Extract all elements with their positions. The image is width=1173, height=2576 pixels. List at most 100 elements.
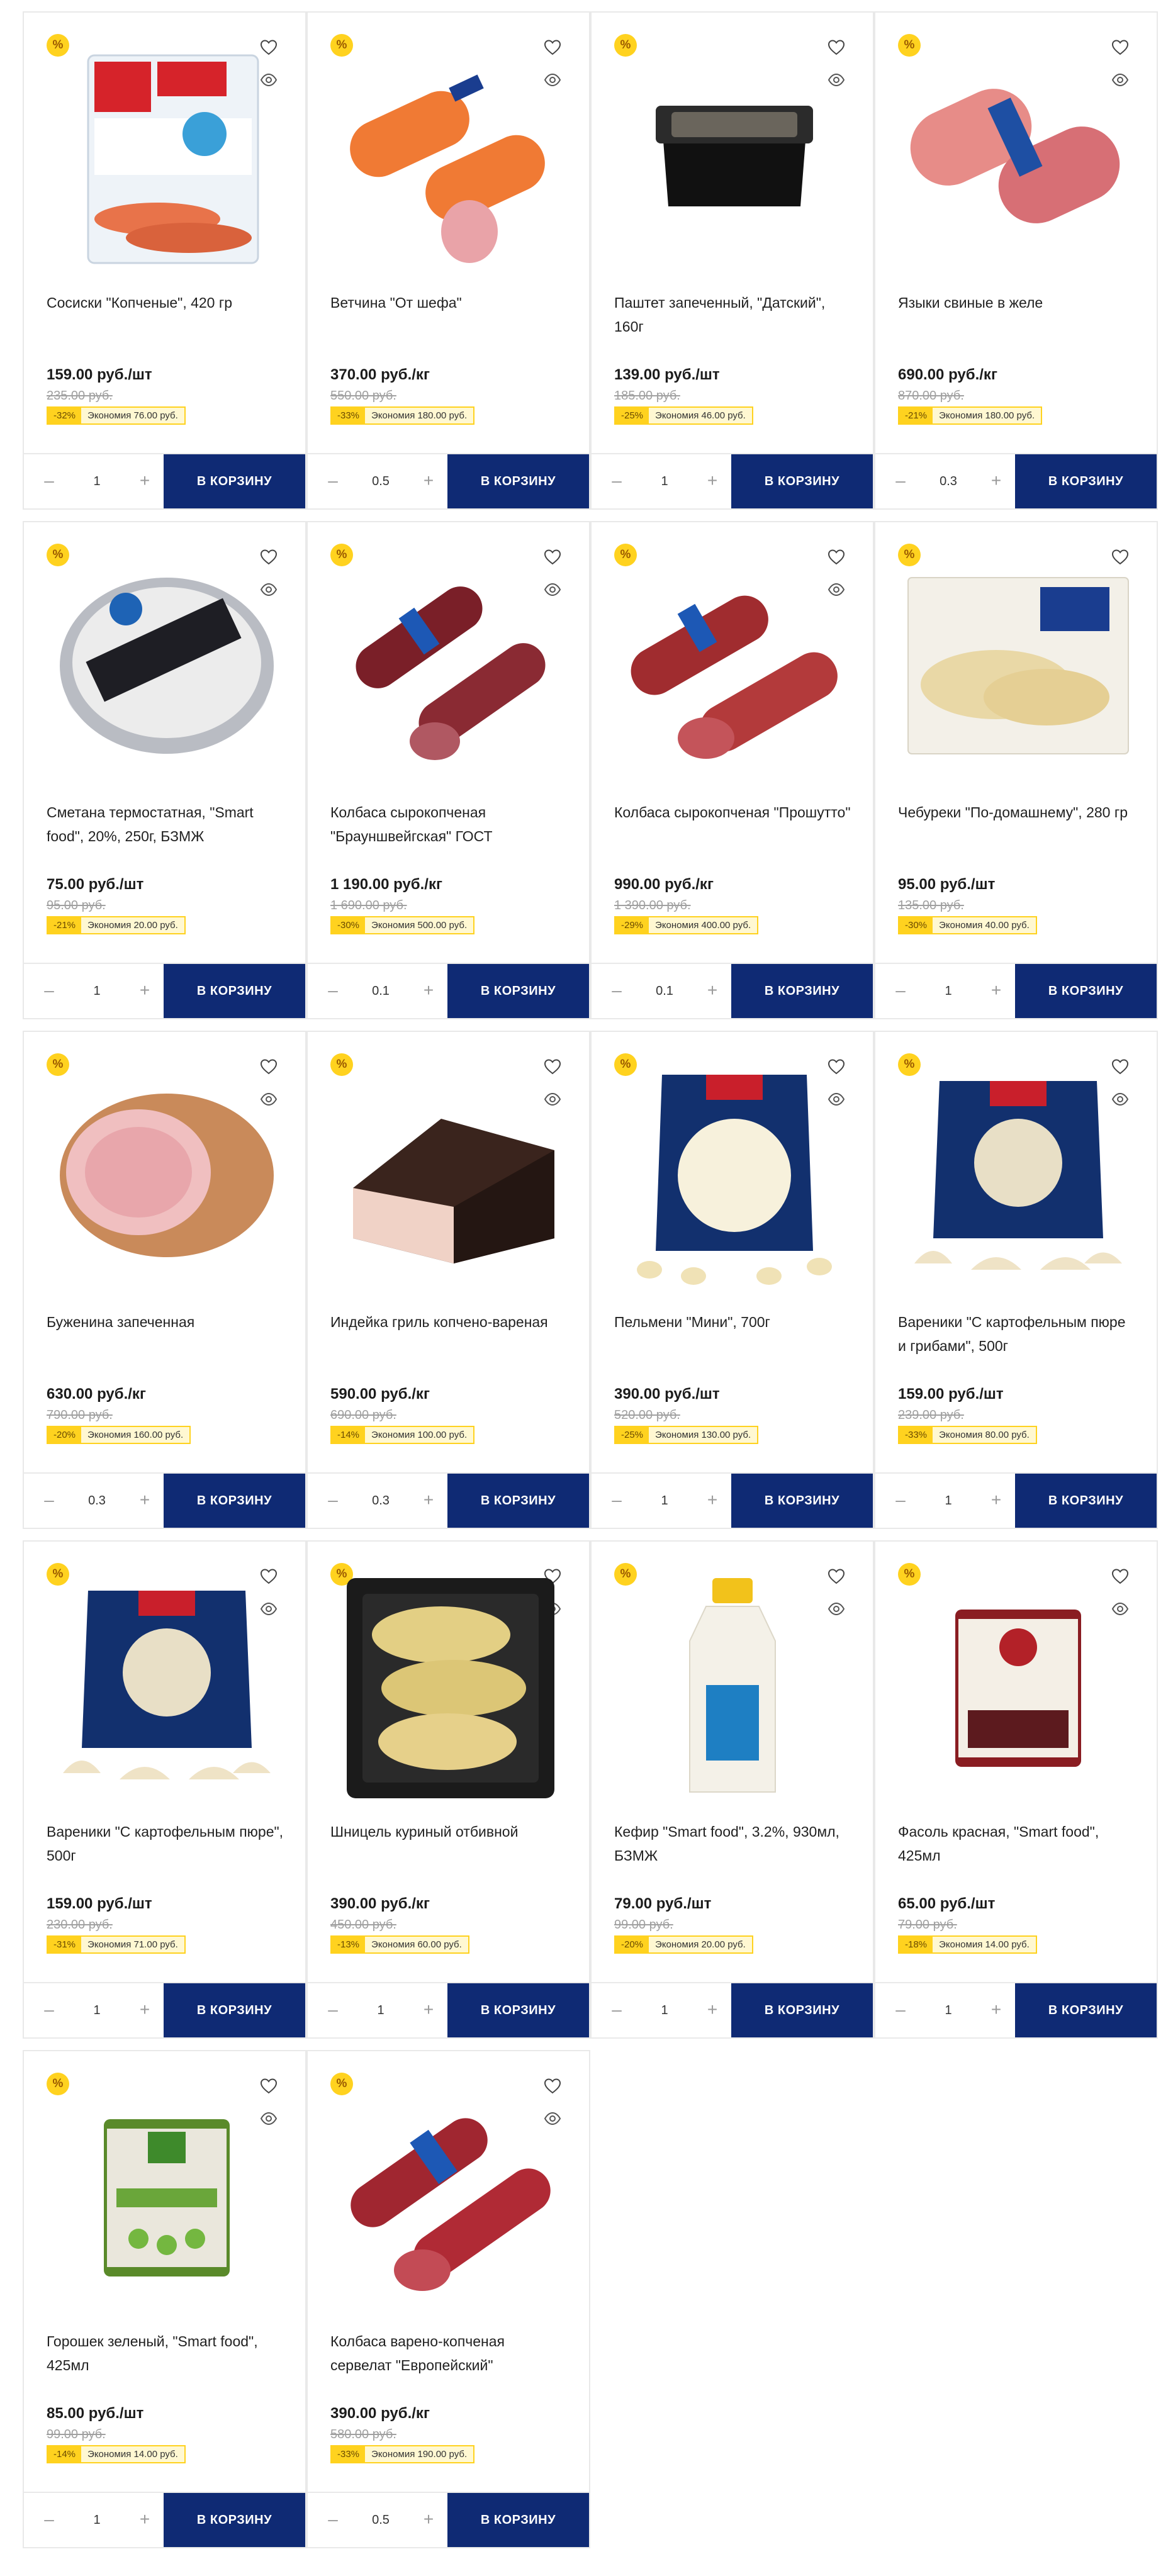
product-name[interactable]: Вареники "С картофельным пюре и грибами"… (898, 1310, 1137, 1358)
minus-button[interactable]: – (322, 469, 344, 492)
quantity-input[interactable] (64, 472, 130, 491)
pate-tray-image[interactable] (612, 43, 853, 276)
ham-logs-image[interactable] (328, 43, 570, 276)
add-to-cart-button[interactable]: В КОРЗИНУ (447, 454, 589, 508)
plus-button[interactable]: + (985, 979, 1007, 1002)
add-to-cart-button[interactable]: В КОРЗИНУ (1015, 964, 1157, 1018)
add-to-cart-button[interactable]: В КОРЗИНУ (164, 454, 305, 508)
plus-button[interactable]: + (985, 1998, 1007, 2021)
product-name[interactable]: Шницель куриный отбивной (330, 1820, 570, 1844)
vareniki-bag-image[interactable] (895, 1062, 1137, 1295)
product-name[interactable]: Сосиски "Копченые", 420 гр (47, 291, 286, 315)
product-name[interactable]: Колбаса варено-копченая сервелат "Европе… (330, 2329, 570, 2377)
quantity-input[interactable] (348, 2511, 413, 2529)
product-name[interactable]: Горошек зеленый, "Smart food", 425мл (47, 2329, 286, 2377)
minus-button[interactable]: – (605, 979, 628, 1002)
quantity-input[interactable] (916, 982, 981, 1000)
product-name[interactable]: Сметана термостатная, "Smart food", 20%,… (47, 800, 286, 848)
quantity-input[interactable] (632, 2001, 697, 2020)
schnitzel-tray-image[interactable] (328, 1572, 570, 1805)
product-name[interactable]: Паштет запеченный, "Датский", 160г (614, 291, 853, 339)
add-to-cart-button[interactable]: В КОРЗИНУ (447, 1983, 589, 2037)
minus-button[interactable]: – (322, 2508, 344, 2531)
plus-button[interactable]: + (417, 469, 440, 492)
product-name[interactable]: Колбаса сырокопченая "Прошутто" (614, 800, 853, 824)
add-to-cart-button[interactable]: В КОРЗИНУ (731, 1474, 873, 1528)
plus-button[interactable]: + (701, 469, 724, 492)
plus-button[interactable]: + (701, 1489, 724, 1511)
plus-button[interactable]: + (133, 1489, 156, 1511)
quantity-input[interactable] (632, 472, 697, 491)
plus-button[interactable]: + (133, 979, 156, 1002)
beans-can-image[interactable] (895, 1572, 1137, 1805)
servelat-image[interactable] (328, 2081, 570, 2314)
minus-button[interactable]: – (889, 469, 912, 492)
minus-button[interactable]: – (889, 979, 912, 1002)
add-to-cart-button[interactable]: В КОРЗИНУ (164, 2493, 305, 2547)
quantity-input[interactable] (348, 472, 413, 491)
plus-button[interactable]: + (985, 1489, 1007, 1511)
salami-red-image[interactable] (612, 552, 853, 785)
product-name[interactable]: Колбаса сырокопченая "Брауншвейгская" ГО… (330, 800, 570, 848)
sausages-pack-image[interactable] (44, 43, 286, 276)
product-name[interactable]: Пельмени "Мини", 700г (614, 1310, 853, 1334)
product-name[interactable]: Кефир "Smart food", 3.2%, 930мл, БЗМЖ (614, 1820, 853, 1868)
plus-button[interactable]: + (417, 979, 440, 1002)
plus-button[interactable]: + (701, 1998, 724, 2021)
minus-button[interactable]: – (605, 1998, 628, 2021)
vareniki-bag-image[interactable] (44, 1572, 286, 1805)
product-name[interactable]: Языки свиные в желе (898, 291, 1137, 315)
product-name[interactable]: Индейка гриль копчено-вареная (330, 1310, 570, 1334)
minus-button[interactable]: – (38, 2508, 60, 2531)
quantity-input[interactable] (64, 1491, 130, 1510)
minus-button[interactable]: – (605, 1489, 628, 1511)
quantity-input[interactable] (348, 1491, 413, 1510)
kefir-bottle-image[interactable] (612, 1572, 853, 1805)
plus-button[interactable]: + (417, 1489, 440, 1511)
plus-button[interactable]: + (133, 1998, 156, 2021)
minus-button[interactable]: – (322, 979, 344, 1002)
quantity-input[interactable] (64, 2001, 130, 2020)
minus-button[interactable]: – (322, 1489, 344, 1511)
product-name[interactable]: Вареники "С картофельным пюре", 500г (47, 1820, 286, 1868)
plus-button[interactable]: + (701, 979, 724, 1002)
sour-cream-cup-image[interactable] (44, 552, 286, 785)
product-name[interactable]: Буженина запеченная (47, 1310, 286, 1334)
product-name[interactable]: Ветчина "От шефа" (330, 291, 570, 315)
add-to-cart-button[interactable]: В КОРЗИНУ (1015, 1474, 1157, 1528)
plus-button[interactable]: + (133, 2508, 156, 2531)
peas-can-image[interactable] (44, 2081, 286, 2314)
pelmeni-bag-image[interactable] (612, 1062, 853, 1295)
plus-button[interactable]: + (417, 2508, 440, 2531)
minus-button[interactable]: – (322, 1998, 344, 2021)
add-to-cart-button[interactable]: В КОРЗИНУ (164, 1474, 305, 1528)
smoked-turkey-image[interactable] (328, 1062, 570, 1295)
baked-pork-image[interactable] (44, 1062, 286, 1295)
add-to-cart-button[interactable]: В КОРЗИНУ (164, 964, 305, 1018)
plus-button[interactable]: + (985, 469, 1007, 492)
quantity-input[interactable] (632, 982, 697, 1000)
plus-button[interactable]: + (417, 1998, 440, 2021)
add-to-cart-button[interactable]: В КОРЗИНУ (164, 1983, 305, 2037)
quantity-input[interactable] (64, 2511, 130, 2529)
minus-button[interactable]: – (889, 1489, 912, 1511)
plus-button[interactable]: + (133, 469, 156, 492)
add-to-cart-button[interactable]: В КОРЗИНУ (447, 1474, 589, 1528)
quantity-input[interactable] (916, 2001, 981, 2020)
salami-dark-image[interactable] (328, 552, 570, 785)
quantity-input[interactable] (916, 472, 981, 491)
add-to-cart-button[interactable]: В КОРЗИНУ (447, 2493, 589, 2547)
quantity-input[interactable] (916, 1491, 981, 1510)
product-name[interactable]: Чебуреки "По-домашнему", 280 гр (898, 800, 1137, 824)
minus-button[interactable]: – (38, 1998, 60, 2021)
add-to-cart-button[interactable]: В КОРЗИНУ (447, 964, 589, 1018)
tongue-rolls-image[interactable] (895, 43, 1137, 276)
add-to-cart-button[interactable]: В КОРЗИНУ (1015, 1983, 1157, 2037)
add-to-cart-button[interactable]: В КОРЗИНУ (731, 1983, 873, 2037)
cheburek-pack-image[interactable] (895, 552, 1137, 785)
add-to-cart-button[interactable]: В КОРЗИНУ (731, 964, 873, 1018)
minus-button[interactable]: – (38, 979, 60, 1002)
add-to-cart-button[interactable]: В КОРЗИНУ (731, 454, 873, 508)
minus-button[interactable]: – (889, 1998, 912, 2021)
product-name[interactable]: Фасоль красная, "Smart food", 425мл (898, 1820, 1137, 1868)
